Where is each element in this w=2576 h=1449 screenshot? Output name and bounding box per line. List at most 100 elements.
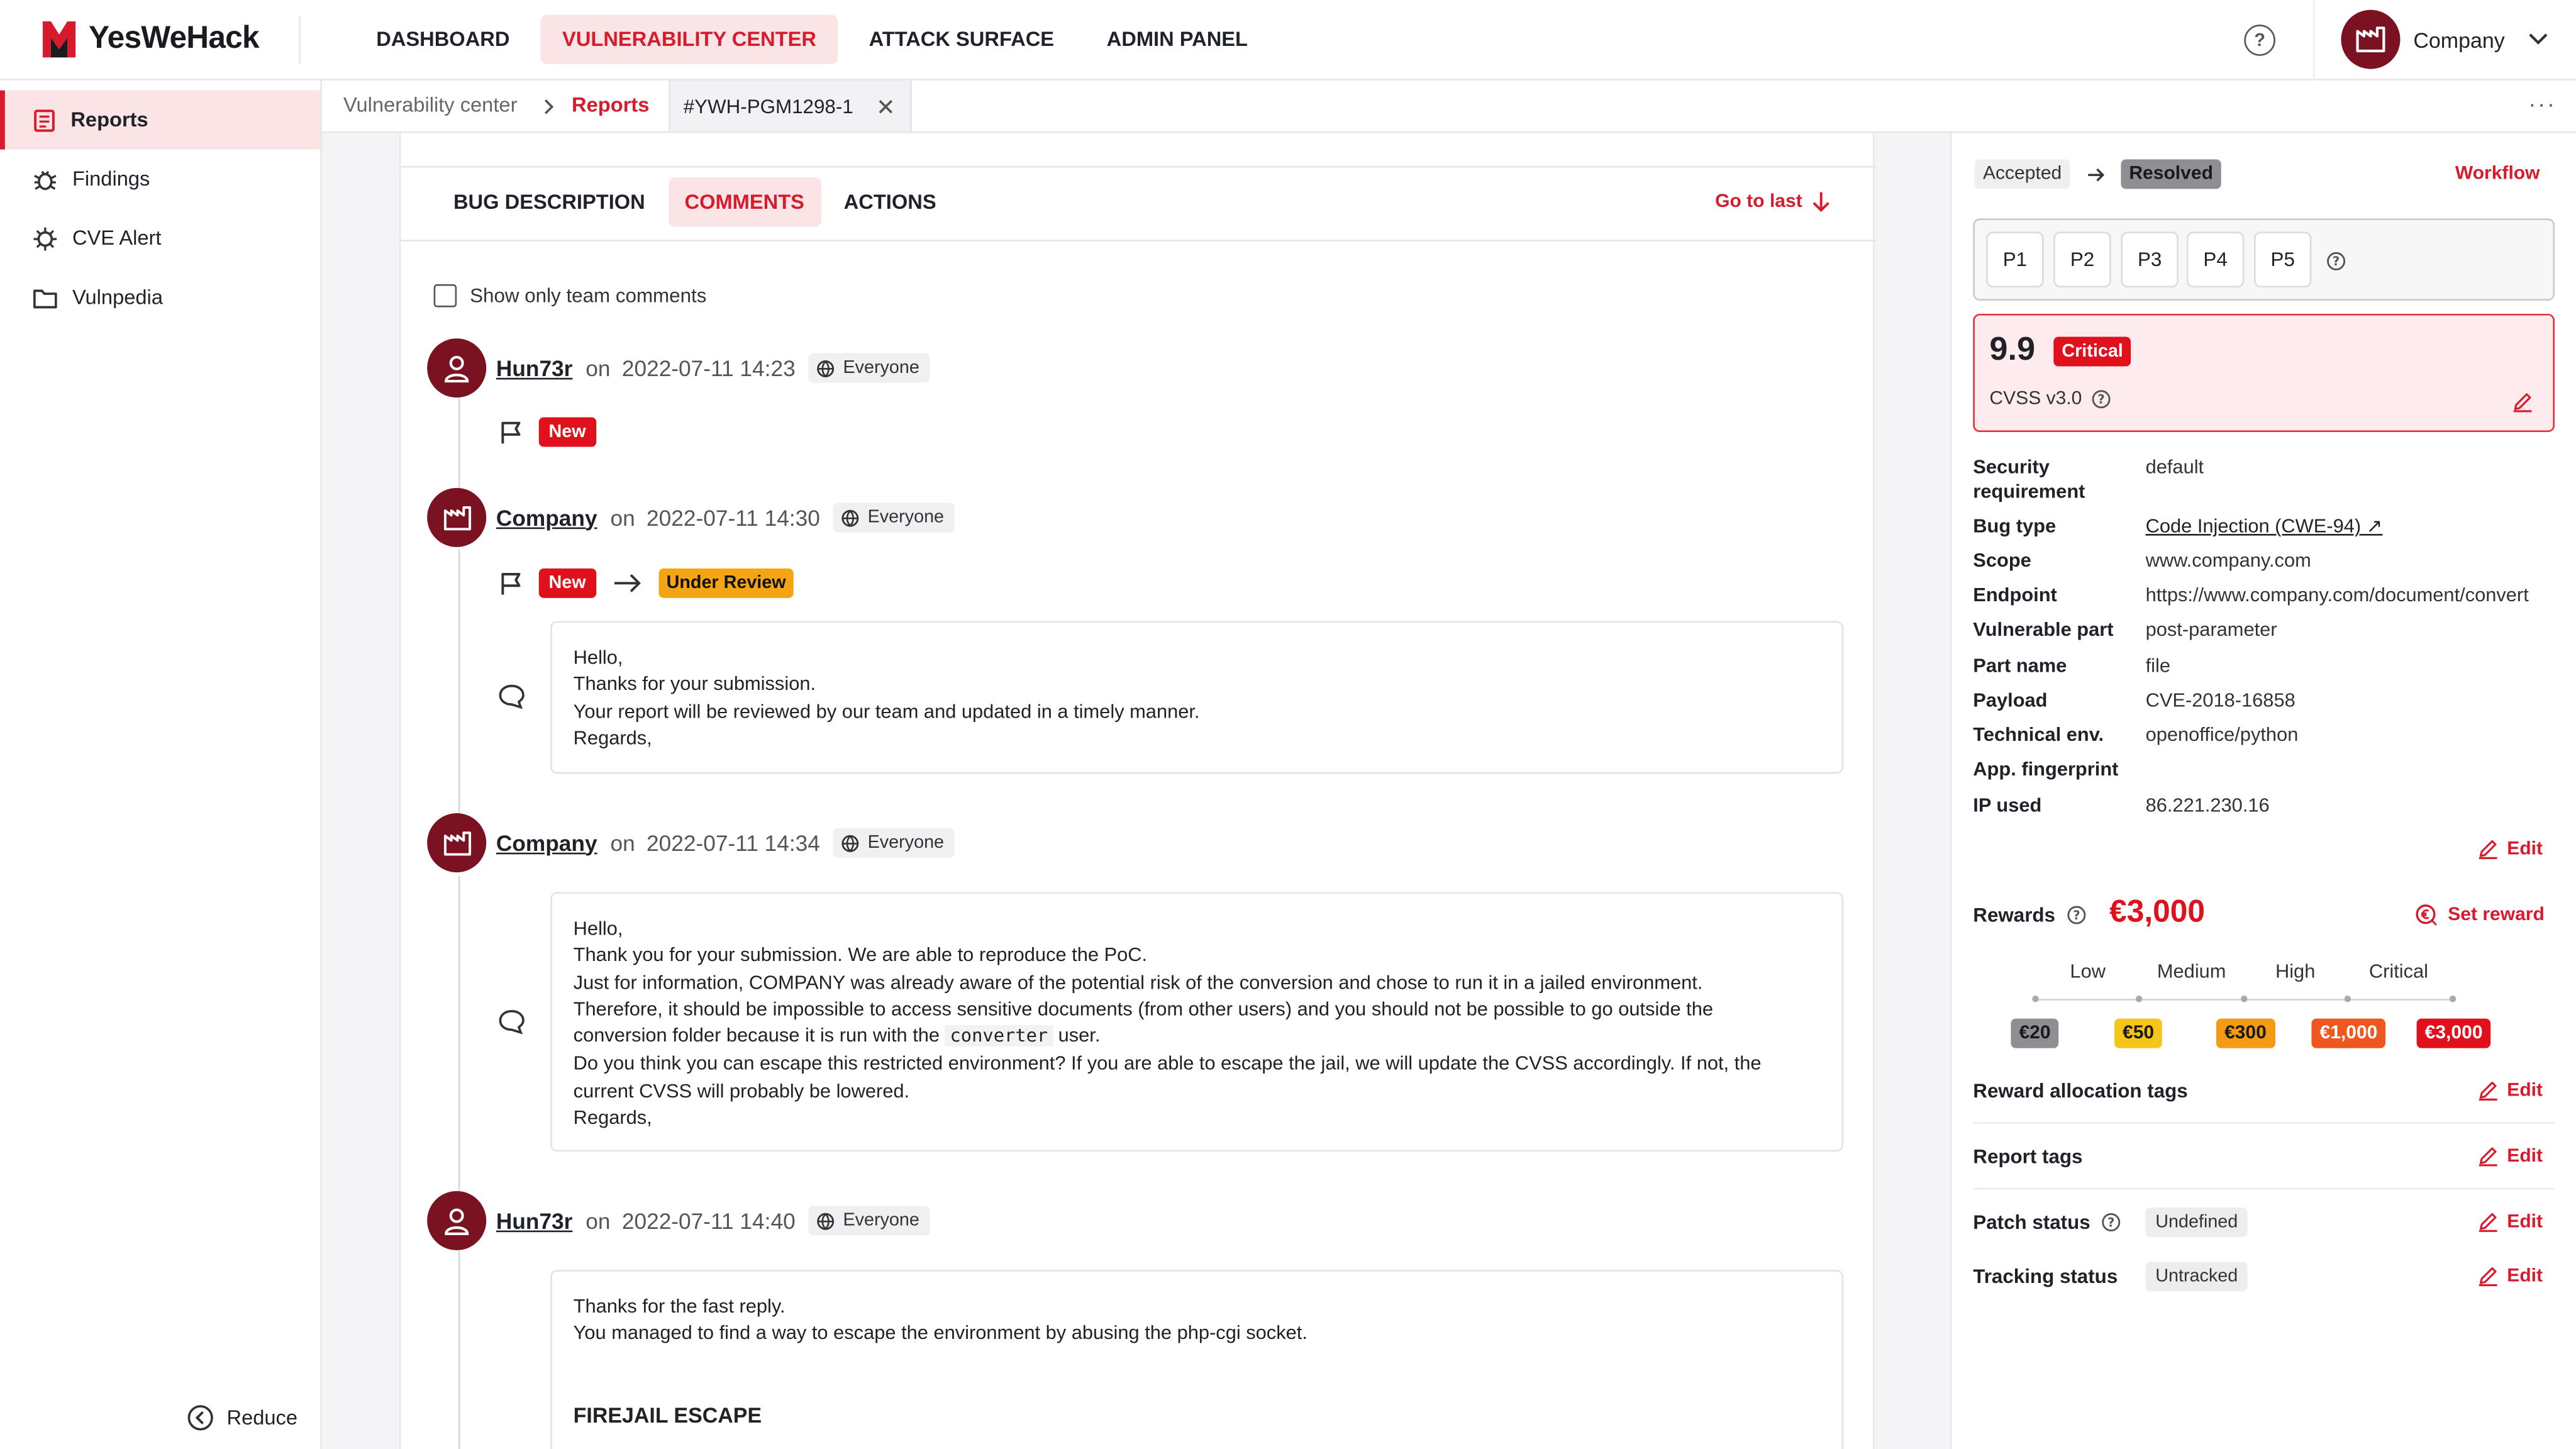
visibility-label: Everyone [867,508,945,528]
bug-type-link[interactable]: Code Injection (CWE-94) ↗ [2146,514,2383,538]
help-icon[interactable]: ? [2326,252,2346,271]
edit-report-tags-button[interactable]: Edit [2477,1145,2543,1167]
globe-icon [841,509,859,526]
company-avatar [427,813,487,873]
tab-actions[interactable]: ACTIONS [828,177,953,226]
more-options-icon[interactable]: ··· [2528,91,2556,117]
nav-vulnerability-center[interactable]: VULNERABILITY CENTER [541,14,838,64]
go-to-last-button[interactable]: Go to last [1715,191,1830,212]
svg-text:?: ? [2098,392,2105,407]
comment-author[interactable]: Company [496,505,597,530]
company-menu[interactable]: Company [2341,9,2547,69]
logo-text: YesWeHack [89,21,260,56]
sidebar-item-findings[interactable]: Findings [0,150,320,209]
edit-tracking-status-button[interactable]: Edit [2477,1265,2543,1287]
tab-bug-description[interactable]: BUG DESCRIPTION [437,177,662,226]
help-icon[interactable]: ? [2102,1213,2121,1232]
report-icon [34,109,55,131]
edit-reward-tags-button[interactable]: Edit [2477,1079,2543,1101]
sidebar-item-reports[interactable]: Reports [0,90,321,150]
team-comments-filter[interactable]: Show only team comments [433,284,707,308]
status-accepted: Accepted [1974,159,2070,189]
workflow-link[interactable]: Workflow [2455,164,2540,184]
comment-author[interactable]: Hun73r [496,1208,573,1233]
status-change: New [499,417,596,447]
help-icon[interactable]: ? [2092,389,2111,409]
patch-status-title: Patch status [1973,1211,2090,1234]
patch-status-label: Patch status ? [1973,1211,2121,1234]
comment-author[interactable]: Company [496,830,597,855]
reward-chip-1000[interactable]: €1,000 [2311,1018,2386,1048]
pencil-icon [2479,1081,2497,1101]
comment-line: Thanks for your submission. [573,672,816,696]
detail-value: file [2145,653,2171,677]
comment-header: Hun73r on 2022-07-11 14:40 Everyone [427,1191,930,1250]
sidebar-item-cve-alert[interactable]: CVE Alert [0,209,320,268]
set-reward-button[interactable]: Set reward [2415,904,2545,927]
sidebar-item-label: Vulnpedia [72,286,163,309]
tracking-status-badge: Untracked [2145,1262,2248,1292]
detail-key: Endpoint [1973,583,2057,606]
close-icon[interactable]: ✕ [876,94,896,121]
logo-divider [299,16,301,64]
nav-admin-panel[interactable]: ADMIN PANEL [1085,15,1269,64]
reward-chip-20[interactable]: €20 [2011,1018,2059,1048]
breadcrumb-vulnerability-center[interactable]: Vulnerability center [343,94,517,117]
tab-comments[interactable]: COMMENTS [668,177,821,227]
status-change: New Under Review [499,568,794,598]
reward-level-low: Low [2070,959,2106,983]
team-comments-checkbox[interactable] [433,284,457,308]
priority-p1-button[interactable]: P1 [1986,231,2044,288]
report-tab[interactable]: #YWH-PGM1298-1 ✕ [669,80,912,131]
reward-allocation-tags-title: Reward allocation tags [1973,1079,2188,1102]
timeline-line [458,1250,460,1449]
edit-patch-status-button[interactable]: Edit [2477,1211,2543,1232]
top-bar: YesWeHack DASHBOARD VULNERABILITY CENTER… [0,0,2576,80]
status-badge-new: New [538,568,596,598]
visibility-badge: Everyone [808,1206,930,1236]
set-reward-label: Set reward [2448,905,2545,925]
reward-chip-3000[interactable]: €3,000 [2416,1018,2491,1048]
rewards-label: Rewards ? [1973,904,2086,926]
priority-p5-button[interactable]: P5 [2254,231,2312,288]
team-comments-label: Show only team comments [470,284,707,308]
logo[interactable]: YesWeHack [40,18,260,61]
reduce-sidebar-button[interactable]: Reduce [187,1404,297,1431]
status-badge-new: New [538,417,596,447]
pencil-icon [2479,840,2497,859]
nav-attack-surface[interactable]: ATTACK SURFACE [848,15,1075,64]
breadcrumb-reports[interactable]: Reports [572,94,649,117]
reward-chip-300[interactable]: €300 [2216,1018,2275,1048]
comment-line: Your report will be reviewed by our team… [573,699,1200,723]
sidebar-item-label: CVE Alert [72,226,162,250]
priority-p2-button[interactable]: P2 [2053,231,2111,288]
sidebar-item-vulnpedia[interactable]: Vulnpedia [0,268,320,327]
comment-date: 2022-07-11 14:30 [647,505,820,530]
report-tags-title: Report tags [1973,1145,2083,1169]
edit-cvss-icon[interactable] [2512,391,2533,413]
detail-key: Payload [1973,688,2048,712]
globe-icon [841,834,859,852]
user-avatar [427,338,487,398]
comment-author[interactable]: Hun73r [496,356,573,380]
comment-line: Thank you for your submission. We are ab… [573,943,1148,967]
priority-p4-button[interactable]: P4 [2186,231,2245,288]
help-icon[interactable]: ? [2067,905,2086,924]
detail-value: CVE-2018-16858 [2145,688,2296,712]
edit-label: Edit [2507,838,2543,858]
app-root: YesWeHack DASHBOARD VULNERABILITY CENTER… [0,0,2576,1449]
comment-header: Company on 2022-07-11 14:34 Everyone [427,813,954,873]
comment-header: Hun73r on 2022-07-11 14:23 Everyone [427,338,930,398]
priority-p3-button[interactable]: P3 [2121,231,2179,288]
edit-details-button[interactable]: Edit [2477,838,2543,859]
help-icon[interactable]: ? [2244,25,2275,56]
globe-icon [817,1212,835,1230]
report-card: BUG DESCRIPTION COMMENTS ACTIONS Go to l… [399,133,1877,1449]
user-avatar [427,1191,487,1250]
reward-scale-tick [2135,996,2143,1002]
status-resolved: Resolved [2121,159,2221,189]
reward-chip-50[interactable]: €50 [2114,1018,2163,1048]
comment-date: 2022-07-11 14:40 [621,1208,796,1233]
detail-value: default [2145,455,2204,479]
nav-dashboard[interactable]: DASHBOARD [355,15,531,64]
